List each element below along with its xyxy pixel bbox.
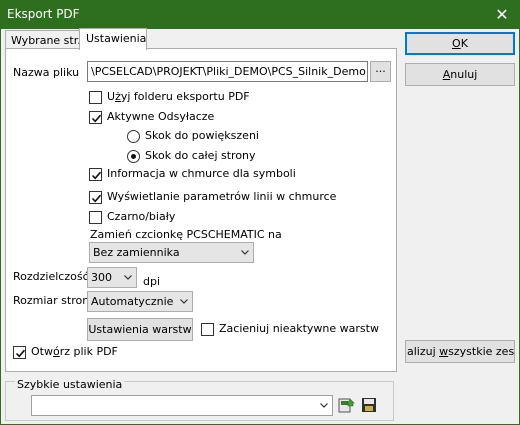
shade-inactive-label: Zacieniuj nieaktywne warstw (219, 322, 379, 335)
line-params-label: Wyświetlanie parametrów linii w chmurce (107, 190, 337, 203)
checkbox-box (89, 111, 102, 124)
radio-dot (131, 154, 136, 159)
file-name-input[interactable]: \PCSELCAD\PROJEKT\Pliki_DEMO\PCS_Silnik_… (87, 61, 368, 82)
resolution-select[interactable]: 300 (87, 267, 137, 288)
save-icon[interactable] (360, 396, 378, 414)
chevron-down-icon (241, 250, 249, 255)
ok-button[interactable]: OK (405, 32, 515, 55)
checkbox-box (89, 211, 102, 224)
open-settings-icon[interactable] (337, 396, 355, 414)
checkbox-box (13, 346, 26, 359)
page-size-value: Automatycznie (91, 295, 174, 308)
page-size-select[interactable]: Automatycznie (87, 291, 193, 312)
use-export-folder-label: Użyj folderu eksportu PDF (107, 90, 250, 103)
checkmark-icon (91, 194, 102, 203)
chevron-down-icon (180, 299, 188, 304)
font-replace-label: Zamień czcionkę PCSCHEMATIC na (90, 228, 282, 241)
cancel-button[interactable]: Anuluj (405, 63, 515, 86)
layer-settings-button[interactable]: Ustawienia warstw (87, 318, 193, 341)
file-name-label: Nazwa pliku (13, 66, 80, 79)
update-all-presets-button[interactable]: alizuj wszystkie zestaw (405, 340, 515, 363)
page-size-label: Rozmiar strony (13, 294, 96, 307)
checkbox-box (89, 168, 102, 181)
checkbox-box (201, 323, 214, 336)
checkmark-icon (91, 171, 102, 180)
settings-panel: Nazwa pliku \PCSELCAD\PROJEKT\Pliki_DEMO… (5, 48, 397, 372)
checkmark-icon (15, 349, 26, 358)
active-links-label: Aktywne Odsyłacze (107, 110, 215, 123)
font-replace-select[interactable]: Bez zamiennika (89, 242, 254, 263)
window-title: Eksport PDF (7, 7, 80, 21)
dpi-unit-label: dpi (143, 275, 161, 288)
close-icon[interactable]: ✕ (485, 1, 519, 29)
tab-selected-pages[interactable]: Wybrane str. (5, 30, 81, 50)
tab-label: Wybrane str. (11, 34, 81, 47)
quick-settings-group: Szybkie ustawienia (5, 378, 394, 421)
title-bar: Eksport PDF ✕ (1, 1, 519, 29)
tab-label: Ustawienia (86, 32, 147, 45)
symbol-info-label: Informacja w chmurce dla symboli (107, 167, 296, 180)
resolution-value: 300 (91, 271, 112, 284)
export-pdf-dialog: Eksport PDF ✕ Wybrane str. Ustawienia Na… (0, 0, 520, 425)
radio-circle (127, 150, 140, 163)
radio-circle (127, 130, 140, 143)
jump-zoom-label: Skok do powiększeni (145, 129, 259, 142)
quick-settings-label: Szybkie ustawienia (15, 378, 125, 391)
checkmark-icon (91, 114, 102, 123)
chevron-down-icon (320, 403, 328, 408)
checkbox-box (89, 191, 102, 204)
black-white-label: Czarno/biały (107, 210, 176, 223)
browse-button[interactable]: ... (370, 61, 391, 82)
quick-settings-select[interactable] (31, 395, 333, 416)
font-replace-value: Bez zamiennika (93, 246, 180, 259)
checkbox-box (89, 91, 102, 104)
chevron-down-icon (124, 275, 132, 280)
open-pdf-label: Otwórz plik PDF (31, 345, 118, 358)
jump-page-label: Skok do całej strony (145, 149, 256, 162)
tab-settings[interactable]: Ustawienia (79, 28, 147, 50)
resolution-label: Rozdzielczość (13, 270, 89, 283)
